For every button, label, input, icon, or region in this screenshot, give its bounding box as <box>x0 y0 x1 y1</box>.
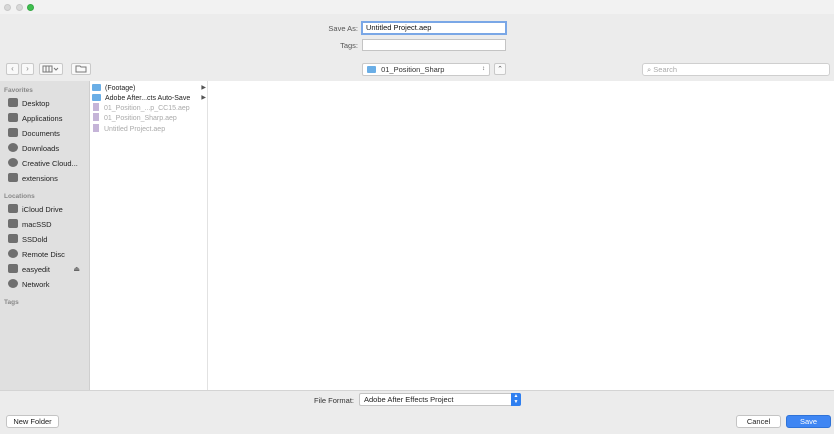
sidebar-item-desktop[interactable]: Desktop <box>8 97 88 110</box>
file-name: 01_Position_Sharp.aep <box>104 115 177 122</box>
sidebar-item-macssd[interactable]: macSSD <box>8 218 88 231</box>
file-column: (Footage) ▶ Adobe After...cts Auto-Save … <box>90 81 208 390</box>
save-as-label: Save As: <box>328 24 358 33</box>
sidebar-item-label: Remote Disc <box>22 250 65 259</box>
folder-icon <box>367 66 376 73</box>
sidebar-locations-header: Locations <box>4 193 35 200</box>
sidebar-item-documents[interactable]: Documents <box>8 127 88 140</box>
file-name: (Footage) <box>105 85 136 92</box>
cancel-button[interactable]: Cancel <box>736 415 781 428</box>
sidebar-item-label: Network <box>22 280 50 289</box>
button-bar <box>0 410 834 434</box>
sidebar-item-extensions[interactable]: extensions <box>8 172 88 185</box>
sidebar-favorites-header: Favorites <box>4 87 33 94</box>
applications-icon <box>8 113 18 122</box>
zoom-window-button[interactable] <box>27 4 34 11</box>
sidebar-item-label: iCloud Drive <box>22 205 63 214</box>
new-folder-button[interactable]: New Folder <box>6 415 59 428</box>
aep-file-icon <box>93 124 99 132</box>
cloud-icon <box>8 204 18 213</box>
downloads-icon <box>8 143 18 152</box>
sidebar-item-label: SSDold <box>22 235 48 244</box>
new-folder-toolbar-button[interactable] <box>71 63 91 75</box>
network-icon <box>8 279 18 288</box>
location-label: 01_Position_Sharp <box>381 65 445 74</box>
folder-icon <box>8 173 18 182</box>
sidebar-item-creative-cloud[interactable]: Creative Cloud... <box>8 157 88 170</box>
sidebar-item-network[interactable]: Network <box>8 278 88 291</box>
sidebar-tags-header: Tags <box>4 299 19 306</box>
chevron-right-icon: › <box>26 64 29 73</box>
minimize-window-button[interactable] <box>16 4 23 11</box>
disc-icon <box>8 249 18 258</box>
search-field[interactable]: ⌕ Search <box>642 63 830 76</box>
sidebar-item-label: Desktop <box>22 99 50 108</box>
sidebar-item-downloads[interactable]: Downloads <box>8 142 88 155</box>
aep-file-icon <box>93 113 99 121</box>
search-icon: ⌕ <box>647 65 652 74</box>
disk-icon <box>8 234 18 243</box>
sidebar-item-easyedit[interactable]: easyedit ⏏ <box>8 263 88 276</box>
file-name: Untitled Project.aep <box>104 126 166 133</box>
file-format-label: File Format: <box>313 396 354 405</box>
aep-file-icon <box>93 103 99 111</box>
chevron-updown-icon: ▲ ▼ <box>511 393 521 406</box>
sidebar-item-label: easyedit <box>22 265 50 274</box>
desktop-icon <box>8 98 18 107</box>
save-button[interactable]: Save <box>786 415 831 428</box>
view-mode-button[interactable] <box>39 63 63 75</box>
sidebar-item-label: Creative Cloud... <box>22 159 78 168</box>
eject-icon[interactable]: ⏏ <box>73 263 80 276</box>
sidebar-item-icloud-drive[interactable]: iCloud Drive <box>8 203 88 216</box>
sidebar-item-label: Documents <box>22 129 60 138</box>
tags-label: Tags: <box>340 41 358 50</box>
documents-icon <box>8 128 18 137</box>
title-bar <box>0 0 834 14</box>
folder-icon <box>92 84 101 91</box>
sidebar-item-label: Applications <box>22 114 63 123</box>
disk-icon <box>8 264 18 273</box>
creative-cloud-icon <box>8 158 18 167</box>
list-item: Untitled Project.aep <box>92 124 208 135</box>
folder-icon <box>92 94 101 101</box>
back-button[interactable]: ‹ <box>6 63 19 75</box>
file-column-empty <box>208 81 834 390</box>
list-item: 01_Position_Sharp.aep <box>92 113 208 124</box>
tags-input[interactable] <box>362 39 506 51</box>
file-format-select[interactable]: Adobe After Effects Project ▲ ▼ <box>359 393 521 406</box>
sidebar-item-applications[interactable]: Applications <box>8 112 88 125</box>
file-name: 01_Position_...p_CC15.aep <box>104 105 190 112</box>
file-name: Adobe After...cts Auto-Save <box>105 95 191 102</box>
sidebar-item-remote-disc[interactable]: Remote Disc <box>8 248 88 261</box>
chevron-up-icon: ⌃ <box>497 66 503 73</box>
sidebar-item-label: extensions <box>22 174 58 183</box>
sidebar: Favorites Desktop Applications Documents… <box>0 81 90 390</box>
file-format-value: Adobe After Effects Project <box>364 395 454 404</box>
expand-toggle-button[interactable]: ⌃ <box>494 63 506 75</box>
chevron-updown-icon: ↕ <box>482 66 485 72</box>
sidebar-item-label: Downloads <box>22 144 60 153</box>
close-window-button[interactable] <box>4 4 11 11</box>
sidebar-item-ssdold[interactable]: SSDold <box>8 233 88 246</box>
columns-view-icon <box>42 65 59 73</box>
save-as-input[interactable]: Untitled Project.aep <box>361 21 507 35</box>
forward-button[interactable]: › <box>21 63 34 75</box>
search-placeholder: Search <box>653 65 678 74</box>
folder-icon <box>75 65 87 73</box>
sidebar-item-label: macSSD <box>22 220 52 229</box>
location-popup[interactable]: 01_Position_Sharp ↕ <box>362 63 490 76</box>
chevron-left-icon: ‹ <box>11 64 14 73</box>
disk-icon <box>8 219 18 228</box>
